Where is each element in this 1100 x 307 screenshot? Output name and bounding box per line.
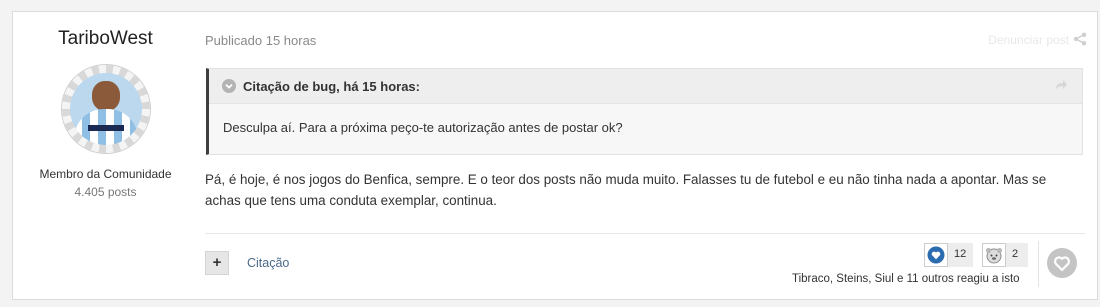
share-icon[interactable] xyxy=(1073,32,1087,46)
quote-author: Citação de bug, há 15 horas: xyxy=(243,79,420,94)
thanks-icon xyxy=(982,243,1006,267)
post-body: Pá, é hoje, é nos jogos do Benfica, semp… xyxy=(205,172,1047,208)
chevron-down-icon[interactable] xyxy=(222,79,236,93)
quote-block: Citação de bug, há 15 horas: Desculpa aí… xyxy=(206,68,1083,155)
reaction-thanks[interactable]: 2 xyxy=(982,243,1028,267)
forum-post: TariboWest Membro da Comunidade 4.405 po… xyxy=(12,11,1098,300)
heart-icon xyxy=(924,243,948,267)
avatar-image xyxy=(70,73,142,145)
avatar[interactable] xyxy=(62,65,150,153)
reaction-like[interactable]: 12 xyxy=(924,243,973,267)
react-button[interactable] xyxy=(1047,248,1077,278)
multiquote-button[interactable]: + xyxy=(205,251,229,275)
author-role: Membro da Comunidade xyxy=(39,167,172,181)
post-published-time: Publicado 15 horas xyxy=(205,33,317,48)
reaction-thanks-count: 2 xyxy=(1012,248,1019,260)
author-name[interactable]: TariboWest xyxy=(13,28,198,50)
reaction-like-count: 12 xyxy=(954,248,967,260)
author-panel: TariboWest Membro da Comunidade 4.405 po… xyxy=(13,12,198,299)
avatar-sponsor xyxy=(88,125,124,131)
go-to-quote-icon[interactable] xyxy=(1054,78,1068,92)
quote-text: Desculpa aí. Para a próxima peço-te auto… xyxy=(223,120,623,135)
post-divider xyxy=(205,233,1085,234)
reaction-divider xyxy=(1038,241,1039,287)
report-post-link[interactable]: Denunciar post xyxy=(988,33,1069,47)
author-post-count: 4.405 posts xyxy=(74,185,137,199)
reaction-summary[interactable]: Tibraco, Steins, Siul e 11 outros reagiu… xyxy=(792,273,1020,285)
quote-header[interactable]: Citação de bug, há 15 horas: xyxy=(209,69,1082,104)
heart-outline-icon xyxy=(1053,256,1071,272)
avatar-head xyxy=(92,81,120,111)
quote-button[interactable]: Citação xyxy=(247,256,289,270)
